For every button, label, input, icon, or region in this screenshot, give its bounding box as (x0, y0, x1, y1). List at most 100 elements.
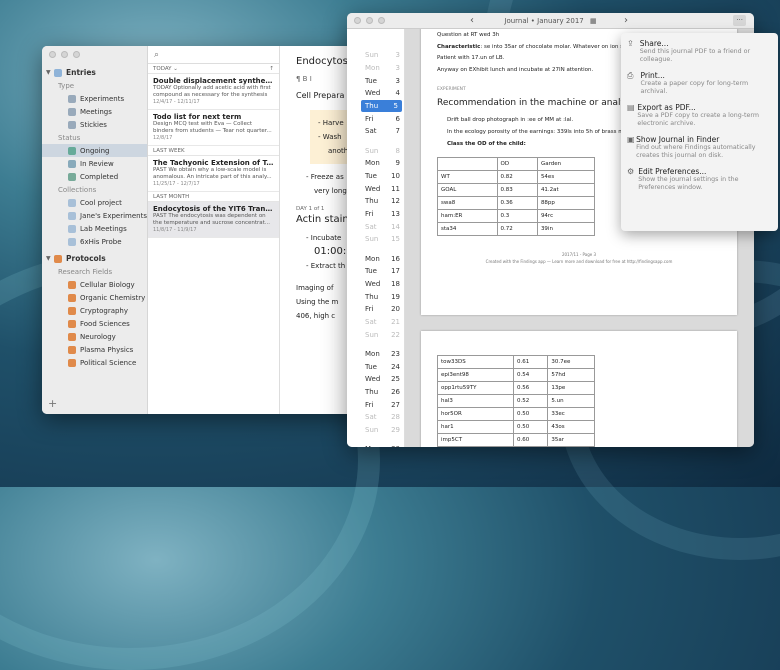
sort-direction-icon[interactable]: ↑ (269, 66, 274, 72)
calendar-day[interactable]: Sun 22 (347, 328, 404, 341)
sidebar-item-field[interactable]: Food Sciences (42, 317, 147, 330)
sidebar-item-field[interactable]: Cellular Biology (42, 278, 147, 291)
sidebar-item-field[interactable]: Plasma Physics (42, 343, 147, 356)
weekday-label: Sun (365, 330, 379, 339)
sidebar-item-ongoing[interactable]: Ongoing (42, 144, 147, 157)
protocol-icon (68, 358, 76, 367)
minimize-button[interactable] (366, 17, 373, 24)
calendar-day-selected[interactable]: Thu 5 (361, 99, 402, 113)
disclosure-icon[interactable]: ▼ (46, 69, 54, 76)
sidebar-item-experiments[interactable]: Experiments (42, 92, 147, 105)
sidebar-item-field[interactable]: Neurology (42, 330, 147, 343)
calendar-day[interactable]: Thu 19 (347, 290, 404, 303)
sidebar-item-field[interactable]: Organic Chemistry (42, 291, 147, 304)
calendar-day[interactable]: Sat 21 (347, 316, 404, 329)
calendar-day[interactable]: Mon 9 (347, 157, 404, 170)
calendar-day[interactable]: Sat 28 (347, 411, 404, 424)
sort-dropdown[interactable]: TODAY ⌄ (153, 66, 178, 72)
menu-item[interactable]: ⇪ Share... Send this journal PDF to a frie… (627, 39, 772, 64)
calendar-day[interactable]: Sun 8 (347, 144, 404, 157)
previous-month-button[interactable]: ‹ (470, 13, 474, 29)
calendar-day[interactable]: Sun 29 (347, 424, 404, 437)
weekday-label: Sun (365, 146, 379, 155)
calendar-day[interactable]: Wed 11 (347, 182, 404, 195)
close-button[interactable] (49, 51, 56, 58)
calendar-day[interactable]: Tue 24 (347, 360, 404, 373)
protocol-icon (68, 332, 76, 341)
calendar-day[interactable]: Fri 27 (347, 398, 404, 411)
calendar-icon[interactable]: ▦ (590, 17, 597, 25)
calendar-day[interactable]: Wed 25 (347, 373, 404, 386)
menu-icon: ▣ (627, 135, 635, 144)
calendar-day[interactable]: Wed 4 (347, 87, 404, 100)
sidebar-protocols[interactable]: ▼ Protocols (42, 252, 147, 265)
table-cell: 57hd (547, 368, 595, 382)
table-cell: 94rc (536, 209, 596, 223)
table-cell: 0.36 (496, 196, 538, 210)
search-icon[interactable]: ⌕ (148, 46, 279, 64)
calendar-day[interactable]: Fri 6 (347, 112, 404, 125)
sidebar-item-stickies[interactable]: Stickies (42, 118, 147, 131)
calendar-day[interactable]: Mon 23 (347, 348, 404, 361)
calendar-day[interactable]: Wed 18 (347, 278, 404, 291)
sidebar-item-6xhis-probe[interactable]: 6xHis Probe (42, 235, 147, 248)
sidebar-item-cool-project[interactable]: Cool project (42, 196, 147, 209)
add-button[interactable]: + (48, 397, 57, 410)
entry-title: Double displacement synthesi... (153, 77, 274, 85)
calendar-day[interactable]: Tue 10 (347, 170, 404, 183)
table-cell: hor5OR (437, 407, 514, 421)
entry-list: ⌕ TODAY ⌄ ↑ Double displacement synthesi.… (148, 46, 280, 414)
table-cell: 0.54 (512, 368, 549, 382)
calendar-day[interactable]: Sun 15 (347, 233, 404, 246)
sidebar-item-in-review[interactable]: In Review (42, 157, 147, 170)
list-item[interactable]: The Tachyonic Extension of To... PAST We … (148, 156, 279, 192)
list-group-header: LAST MONTH (148, 192, 279, 202)
calendar-day[interactable]: Sat 7 (347, 125, 404, 138)
calendar-day[interactable]: Fri 20 (347, 303, 404, 316)
close-button[interactable] (354, 17, 361, 24)
table-cell: 0.60 (512, 433, 549, 447)
sidebar-entries[interactable]: ▼ Entries (42, 66, 147, 79)
calendar-day[interactable]: Sun 3 (347, 49, 404, 62)
calendar-day[interactable]: Fri 13 (347, 208, 404, 221)
list-item[interactable]: Double displacement synthesi... TODAY Opt… (148, 74, 279, 110)
weekday-label: Fri (365, 400, 374, 409)
window-controls (354, 17, 385, 24)
data-table: OD Garden WT 0.82 54es GOAL 0.83 41.2at swa8 0.36… (437, 157, 596, 236)
zoom-button[interactable] (378, 17, 385, 24)
more-button[interactable]: ··· (733, 15, 746, 26)
weekday-label: Sun (365, 426, 379, 435)
calendar-day[interactable]: Mon 16 (347, 252, 404, 265)
table-cell: epi3ent98 (437, 368, 514, 382)
calendar-day[interactable]: Tue 3 (347, 74, 404, 87)
calendar-day[interactable]: Mon 30 (347, 443, 404, 447)
day-number: 23 (391, 349, 400, 358)
table-cell: 54es (536, 170, 596, 184)
calendar-day[interactable]: Tue 17 (347, 265, 404, 278)
day-number: 3 (395, 51, 400, 60)
sidebar-item-field[interactable]: Cryptography (42, 304, 147, 317)
sidebar-item-completed[interactable]: Completed (42, 170, 147, 183)
disclosure-icon[interactable]: ▼ (46, 255, 54, 262)
sidebar-item-janes-experiments[interactable]: Jane's Experiments (42, 209, 147, 222)
list-item[interactable]: Todo list for next term Design MCQ test w… (148, 110, 279, 146)
calendar-day[interactable]: Thu 26 (347, 386, 404, 399)
calendar-day[interactable]: Mon 3 (347, 62, 404, 75)
calendar-day[interactable]: Thu 12 (347, 195, 404, 208)
day-number: 4 (395, 89, 400, 98)
zoom-button[interactable] (73, 51, 80, 58)
calendar-day[interactable]: Sat 14 (347, 220, 404, 233)
list-item-selected[interactable]: Endocytosis of the YIT6 Trans... PAST The… (148, 202, 279, 238)
menu-item[interactable]: ▤ Export as PDF... Save a PDF copy to crea… (627, 103, 772, 128)
minimize-button[interactable] (61, 51, 68, 58)
sidebar-item-meetings[interactable]: Meetings (42, 105, 147, 118)
window-controls (49, 51, 80, 58)
sidebar-item-lab-meetings[interactable]: Lab Meetings (42, 222, 147, 235)
menu-item[interactable]: ⚙ Edit Preferences... Show the journal set… (627, 167, 772, 192)
menu-item[interactable]: ⎙ Print... Create a paper copy for long-te… (627, 71, 772, 96)
menu-item-title: Print... (640, 71, 665, 80)
next-month-button[interactable]: › (624, 13, 628, 29)
table-cell: 0.61 (512, 355, 549, 369)
sidebar-item-field[interactable]: Political Science (42, 356, 147, 369)
menu-item[interactable]: ▣ Show Journal in Finder Find out where Fi… (627, 135, 772, 160)
